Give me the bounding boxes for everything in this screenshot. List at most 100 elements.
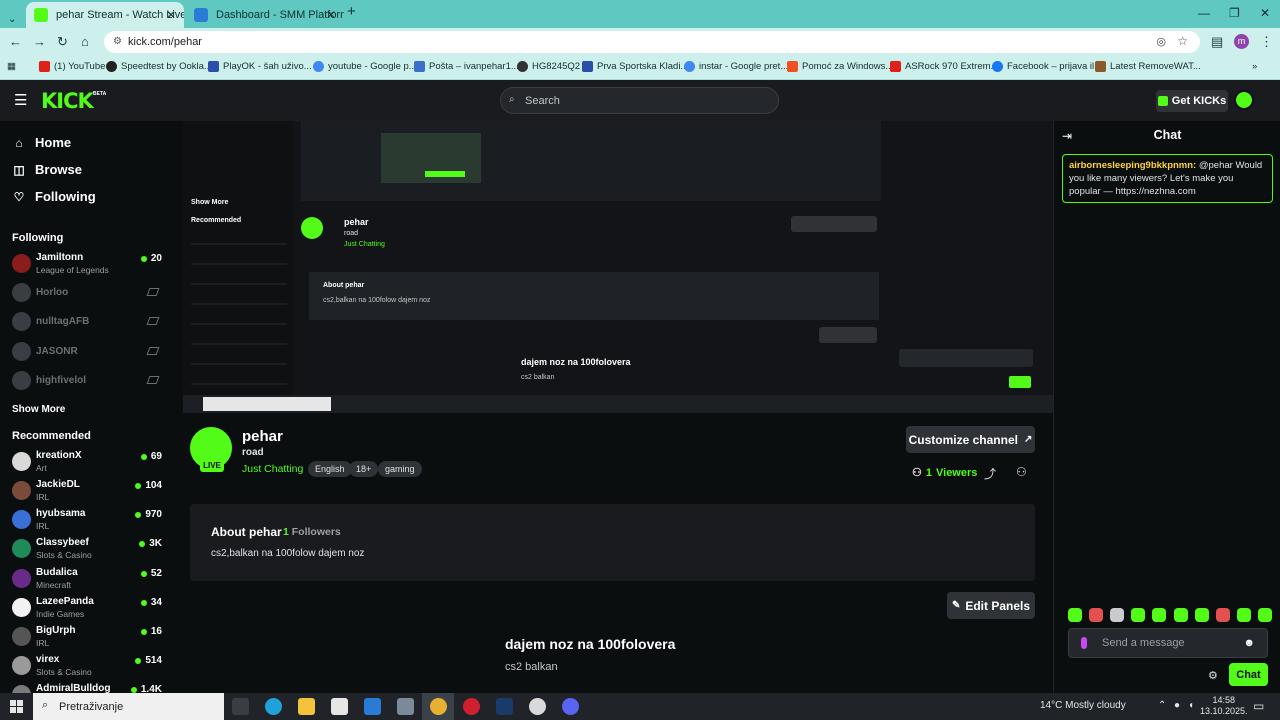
bookmark-item[interactable]: ASRock 970 Extrem... bbox=[890, 61, 998, 72]
recommended-item[interactable]: LazeePanda Indie Games 34 bbox=[12, 594, 162, 622]
notifications-icon[interactable]: ▭ bbox=[1253, 699, 1264, 713]
get-kicks-button[interactable]: Get KICKs bbox=[1156, 90, 1228, 112]
following-item-offline[interactable]: JASONR bbox=[12, 338, 162, 366]
chat-username[interactable]: airbornesleeping9bkkpnmn: bbox=[1069, 160, 1196, 171]
following-item-offline[interactable]: highfivelol bbox=[12, 367, 162, 395]
chat-message-input[interactable]: Send a message ☻ bbox=[1068, 628, 1268, 658]
share-icon[interactable]: ⤴ bbox=[984, 465, 996, 482]
tab-dashboard[interactable]: Dashboard - SMM Platform ✕ bbox=[186, 2, 344, 28]
customize-channel-button[interactable]: Customize channel ↗ bbox=[906, 426, 1035, 453]
bookmark-item[interactable]: PlayOK - šah uživo... bbox=[208, 61, 312, 72]
apps-grid-icon[interactable]: ▦ bbox=[7, 61, 16, 72]
chat-settings-icon[interactable]: ⚙ bbox=[1208, 669, 1218, 682]
emote-icon[interactable] bbox=[1110, 608, 1125, 622]
forward-icon[interactable]: → bbox=[33, 34, 46, 49]
menu-dots-icon[interactable]: ⋮ bbox=[1260, 34, 1273, 50]
address-bar[interactable]: ⚙ kick.com/pehar ◎ ☆ bbox=[104, 31, 1200, 53]
tray-chevron-icon[interactable]: ⌃ bbox=[1158, 700, 1166, 711]
site-info-icon[interactable]: ⚙ bbox=[113, 36, 122, 47]
taskbar-search[interactable]: ⌕ Pretraživanje bbox=[33, 693, 224, 720]
profile-avatar[interactable]: m bbox=[1234, 34, 1249, 49]
show-more-link[interactable]: Show More bbox=[12, 404, 65, 415]
tab-kick[interactable]: pehar Stream - Watch Live on Kick ✕ bbox=[26, 2, 184, 28]
following-item-offline[interactable]: nulltagAFB bbox=[12, 308, 162, 336]
discord-icon[interactable] bbox=[562, 698, 579, 715]
outlook-icon[interactable] bbox=[364, 698, 381, 715]
minimize-icon[interactable]: — bbox=[1198, 6, 1210, 20]
bookmark-item[interactable]: Pošta – ivanpehar1... bbox=[414, 61, 519, 72]
opera-icon[interactable] bbox=[463, 698, 480, 715]
recommended-item[interactable]: hyubsama IRL 970 bbox=[12, 506, 162, 534]
nav-browse[interactable]: ◫ Browse bbox=[12, 162, 82, 177]
bookmark-star-icon[interactable]: ☆ bbox=[1177, 34, 1188, 48]
emote-icon[interactable] bbox=[1257, 608, 1272, 622]
volume-icon[interactable]: ◖ bbox=[1188, 700, 1194, 711]
emote-icon[interactable] bbox=[1236, 608, 1251, 622]
bookmark-item[interactable]: Speedtest by Ookla... bbox=[106, 61, 212, 72]
weather-widget[interactable]: 14°C Mostly cloudy bbox=[1040, 700, 1126, 711]
bookmark-item[interactable]: youtube - Google p... bbox=[313, 61, 417, 72]
nav-following[interactable]: ♡ Following bbox=[12, 189, 96, 204]
clock[interactable]: 14:58 13.10.2025. bbox=[1200, 695, 1248, 717]
streamer-name[interactable]: pehar bbox=[242, 428, 283, 445]
emoji-picker-icon[interactable]: ☻ bbox=[1243, 637, 1255, 649]
hamburger-menu-icon[interactable]: ☰ bbox=[14, 91, 27, 109]
extensions-icon[interactable]: ▤ bbox=[1211, 34, 1223, 50]
bookmark-item[interactable]: Pomoć za Windows... bbox=[787, 61, 893, 72]
store-icon[interactable] bbox=[331, 698, 348, 715]
emote-icon[interactable] bbox=[1152, 608, 1167, 622]
emote-icon[interactable] bbox=[1131, 608, 1146, 622]
home-icon[interactable]: ⌂ bbox=[81, 34, 89, 49]
file-explorer-icon[interactable] bbox=[298, 698, 315, 715]
bookmark-item[interactable]: Prva Sportska Kladi... bbox=[582, 61, 688, 72]
video-player[interactable]: Show More Recommended pehar road Just Ch… bbox=[183, 121, 1053, 413]
recommended-item[interactable]: Classybeef Slots & Casino 3K bbox=[12, 535, 162, 563]
windows-start-icon[interactable] bbox=[10, 700, 23, 713]
emote-icon[interactable] bbox=[1068, 608, 1082, 622]
stream-category-link[interactable]: Just Chatting bbox=[242, 463, 303, 475]
about-heading: About pehar bbox=[211, 525, 282, 539]
close-tab-icon[interactable]: ✕ bbox=[166, 8, 176, 22]
recommended-item[interactable]: kreationX Art 69 bbox=[12, 448, 162, 476]
user-avatar[interactable] bbox=[1234, 90, 1254, 110]
eye-off-icon[interactable]: ◎ bbox=[1156, 35, 1166, 48]
bookmark-item[interactable]: instar - Google pret... bbox=[684, 61, 788, 72]
recommended-item[interactable]: BigUrph IRL 16 bbox=[12, 623, 162, 651]
bookmark-item[interactable]: Facebook – prijava il... bbox=[992, 61, 1102, 72]
close-tab-icon[interactable]: ✕ bbox=[326, 8, 336, 22]
more-bookmarks-icon[interactable]: » bbox=[1252, 61, 1257, 72]
back-icon[interactable]: ← bbox=[9, 34, 22, 49]
nav-home[interactable]: ⌂ Home bbox=[12, 135, 71, 150]
app-icon[interactable] bbox=[397, 698, 414, 715]
recommended-item[interactable]: JackieDL IRL 104 bbox=[12, 477, 162, 505]
emote-icon[interactable] bbox=[1173, 608, 1188, 622]
recommended-item[interactable]: Budalica Minecraft 52 bbox=[12, 565, 162, 593]
tag-gaming[interactable]: gaming bbox=[378, 461, 422, 477]
app-icon[interactable] bbox=[529, 698, 546, 715]
tag-english[interactable]: English bbox=[308, 461, 352, 477]
following-item-jamiltonn[interactable]: Jamiltonn League of Legends 20 bbox=[12, 250, 162, 278]
edge-icon[interactable] bbox=[265, 698, 282, 715]
steam-icon[interactable] bbox=[496, 698, 513, 715]
bookmark-item[interactable]: (1) YouTube bbox=[39, 61, 105, 72]
bookmark-item[interactable]: HG8245Q2 bbox=[517, 61, 580, 72]
recommended-item[interactable]: virex Slots & Casino 514 bbox=[12, 652, 162, 680]
chat-send-button[interactable]: Chat bbox=[1229, 663, 1268, 686]
tag-18plus[interactable]: 18+ bbox=[349, 461, 379, 477]
edit-panels-button[interactable]: ✎ Edit Panels bbox=[947, 592, 1035, 619]
microphone-icon[interactable]: ● bbox=[1174, 700, 1180, 711]
emote-icon[interactable] bbox=[1194, 608, 1209, 622]
follow-user-icon[interactable]: ⚇ bbox=[1016, 465, 1027, 479]
emote-icon[interactable] bbox=[1215, 608, 1230, 622]
reload-icon[interactable]: ↻ bbox=[57, 34, 68, 50]
bookmark-item[interactable]: Latest RemoveWAT... bbox=[1095, 61, 1201, 72]
chrome-icon[interactable] bbox=[430, 698, 447, 715]
kick-logo[interactable]: KICK bbox=[41, 89, 94, 113]
new-tab-icon[interactable]: + bbox=[347, 3, 356, 20]
following-item-offline[interactable]: Horloo bbox=[12, 279, 162, 307]
task-view-icon[interactable] bbox=[232, 698, 249, 715]
close-window-icon[interactable]: ✕ bbox=[1260, 6, 1270, 20]
maximize-icon[interactable]: ❐ bbox=[1229, 6, 1240, 20]
search-input[interactable]: ⌕ Search bbox=[500, 87, 779, 114]
emote-icon[interactable] bbox=[1089, 608, 1104, 622]
